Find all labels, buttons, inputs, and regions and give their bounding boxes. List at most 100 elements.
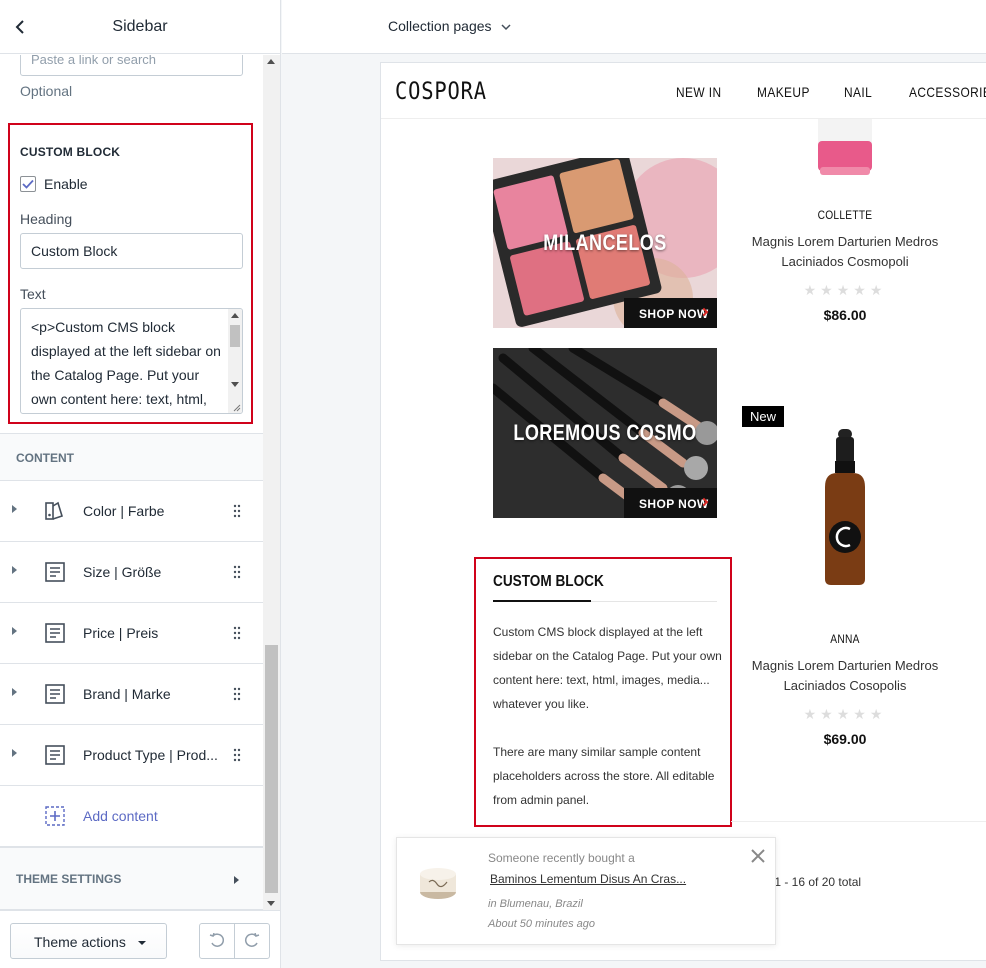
enable-label[interactable]: Enable (44, 176, 88, 192)
cms-block-title: CUSTOM BLOCK (493, 573, 604, 590)
panel-title: Sidebar (112, 17, 168, 35)
theme-actions-button[interactable]: Theme actions (10, 923, 167, 959)
product-brand[interactable]: COLLETTE (748, 208, 942, 222)
product-thumb-jar[interactable] (415, 862, 461, 902)
title-divider (591, 601, 717, 602)
nav-new-in[interactable]: NEW IN (676, 84, 722, 100)
textarea-scrollbar[interactable] (228, 309, 242, 413)
theme-settings-row[interactable]: THEME SETTINGS (0, 847, 263, 910)
custom-cms-block[interactable]: CUSTOM BLOCK Custom CMS block displayed … (474, 557, 732, 827)
popup-time: About 50 minutes ago (488, 918, 596, 930)
drag-handle-icon[interactable] (233, 626, 241, 640)
content-item-label: Color | Farbe (83, 503, 165, 519)
drag-handle-icon[interactable] (233, 565, 241, 579)
store-logo[interactable]: COSPORA (395, 77, 487, 105)
popup-product-link[interactable]: Baminos Lementum Disus An Cras... (490, 872, 686, 886)
panel-scrollbar[interactable] (263, 55, 280, 910)
chevron-left-icon (15, 20, 24, 34)
caret-right-icon[interactable] (12, 749, 17, 757)
product-card[interactable]: COLLETTE Magnis Lorem Darturien Medros L… (731, 208, 959, 323)
page-type-select[interactable]: Collection pages (388, 18, 511, 34)
nav-makeup[interactable]: MAKEUP (757, 84, 810, 100)
content-section-title: CONTENT (16, 451, 74, 465)
enable-checkbox[interactable] (20, 176, 36, 192)
optional-hint: Optional (20, 83, 73, 99)
page-type-label: Collection pages (388, 18, 492, 34)
drag-handle-icon[interactable] (233, 748, 241, 762)
add-content-link[interactable]: Add content (83, 808, 158, 824)
scroll-up-arrow[interactable] (267, 59, 275, 64)
undo-icon (209, 933, 225, 947)
store-header: COSPORA NEW IN MAKEUP NAIL ACCESSORIES (381, 63, 986, 119)
theme-actions-label: Theme actions (34, 934, 126, 950)
link-search-input[interactable]: Paste a link or search (20, 55, 243, 76)
redo-button[interactable] (235, 924, 269, 958)
product-brand[interactable]: ANNA (748, 632, 942, 646)
content-item-label: Brand | Marke (83, 686, 171, 702)
caret-right-icon[interactable] (12, 627, 17, 635)
product-name[interactable]: Magnis Lorem Darturien Medros Laciniados… (731, 656, 959, 696)
popup-location: in Blumenau, Brazil (488, 898, 583, 910)
text-block-icon (45, 623, 65, 643)
theme-settings-label: THEME SETTINGS (16, 872, 122, 886)
text-block-icon (45, 745, 65, 765)
editor-topbar: Collection pages (282, 0, 986, 54)
promo-banner[interactable]: LOREMOUS COSMO SHOP NOW (493, 348, 717, 518)
content-item-product-type[interactable]: Product Type | Prod... (0, 725, 263, 786)
popup-intro: Someone recently bought a (488, 851, 635, 865)
custom-block-title: CUSTOM BLOCK (20, 145, 121, 159)
caret-right-icon[interactable] (12, 505, 17, 513)
color-filter-icon (45, 501, 63, 520)
chevron-down-icon (501, 24, 511, 31)
promo-banner[interactable]: MILANCELOS SHOP NOW (493, 158, 717, 328)
resize-handle-icon[interactable] (231, 402, 241, 412)
store-preview: COSPORA NEW IN MAKEUP NAIL ACCESSORIES M (381, 63, 986, 960)
scroll-up-arrow[interactable] (231, 313, 239, 318)
caret-right-icon[interactable] (12, 688, 17, 696)
textarea-scroll-thumb[interactable] (230, 325, 240, 347)
add-content-row[interactable]: Add content (0, 786, 263, 847)
rating-stars: ★★★★★ (803, 706, 887, 722)
text-textarea[interactable]: <p>Custom CMS block displayed at the lef… (20, 308, 243, 414)
heading-input[interactable]: Custom Block (20, 233, 243, 269)
rating-stars: ★★★★★ (803, 282, 887, 298)
text-block-icon (45, 684, 65, 704)
redo-icon (244, 933, 260, 947)
back-button[interactable] (8, 15, 32, 39)
product-image-lotion[interactable] (814, 119, 876, 177)
shop-now-button[interactable]: SHOP NOW (624, 298, 717, 328)
text-label: Text (20, 286, 46, 302)
nav-accessories[interactable]: ACCESSORIES (909, 84, 986, 100)
text-block-icon (45, 562, 65, 582)
content-item-label: Price | Preis (83, 625, 159, 641)
product-name[interactable]: Magnis Lorem Darturien Medros Laciniados… (731, 232, 959, 272)
content-item-size[interactable]: Size | Größe (0, 542, 263, 603)
product-card[interactable]: ANNA Magnis Lorem Darturien Medros Lacin… (731, 632, 959, 747)
close-icon[interactable] (749, 847, 767, 865)
scroll-down-arrow[interactable] (231, 382, 239, 387)
undo-redo-group (199, 923, 270, 959)
shop-now-button[interactable]: SHOP NOW (624, 488, 717, 518)
content-item-brand[interactable]: Brand | Marke (0, 664, 263, 725)
heading-label: Heading (20, 211, 73, 227)
scroll-down-arrow[interactable] (267, 901, 275, 906)
checkmark-icon (22, 179, 34, 189)
cms-block-text: Custom CMS block displayed at the left s… (493, 620, 723, 812)
caret-right-icon (234, 876, 239, 884)
product-price: $69.00 (823, 731, 867, 747)
nav-nail[interactable]: NAIL (844, 84, 872, 100)
toolbar-divider (731, 821, 986, 822)
caret-right-icon[interactable] (12, 566, 17, 574)
textarea-content: <p>Custom CMS block displayed at the lef… (31, 319, 221, 407)
drag-handle-icon[interactable] (233, 687, 241, 701)
product-image-serum[interactable] (817, 429, 873, 587)
recent-purchase-popup[interactable]: Someone recently bought a Baminos Lement… (396, 837, 776, 945)
shop-now-label: SHOP NOW (639, 307, 709, 321)
undo-button[interactable] (200, 924, 235, 958)
banner-title: MILANCELOS (543, 230, 667, 255)
panel-scroll-area[interactable]: Paste a link or search Optional CUSTOM B… (0, 55, 263, 910)
drag-handle-icon[interactable] (233, 504, 241, 518)
panel-scroll-thumb[interactable] (265, 645, 278, 893)
content-item-color[interactable]: Color | Farbe (0, 481, 263, 542)
content-item-price[interactable]: Price | Preis (0, 603, 263, 664)
